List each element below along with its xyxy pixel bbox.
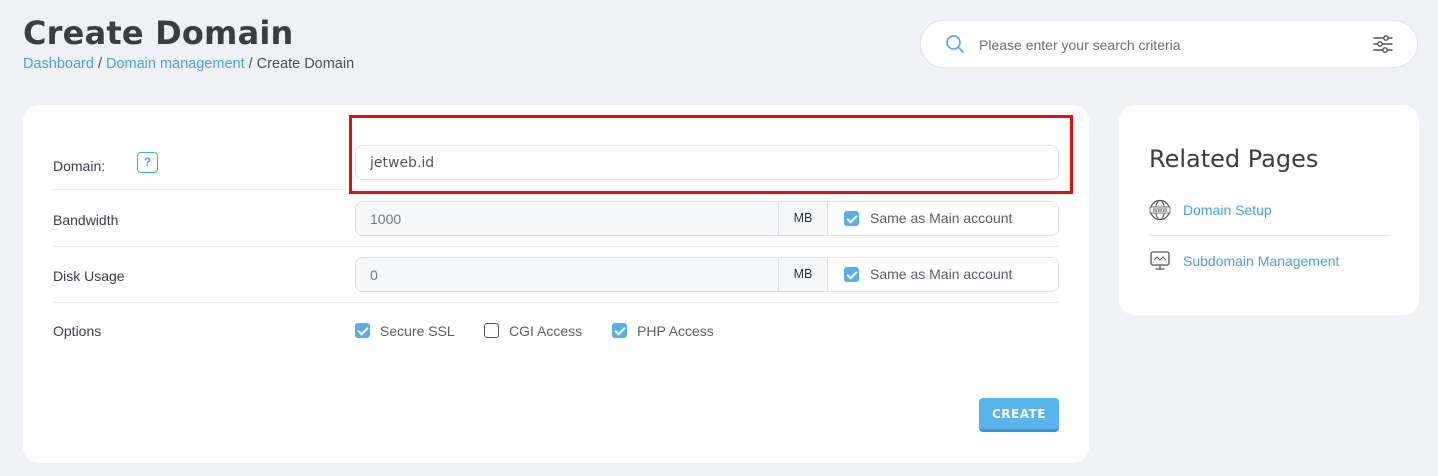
svg-text:WWW: WWW (1153, 208, 1168, 214)
related-divider (1149, 235, 1389, 236)
www-globe-icon: WWW (1149, 199, 1171, 221)
bandwidth-same-checkbox[interactable] (844, 211, 859, 226)
breadcrumb-current: Create Domain (256, 56, 355, 72)
disk-usage-same-as-main: Same as Main account (828, 258, 1058, 291)
search-box (920, 20, 1418, 68)
disk-usage-same-checkbox[interactable] (844, 267, 859, 282)
related-item-domain-setup[interactable]: WWW Domain Setup (1149, 191, 1389, 231)
create-button[interactable]: CREATE (979, 398, 1059, 432)
disk-usage-same-label: Same as Main account (870, 266, 1013, 282)
help-icon[interactable]: ? (137, 152, 158, 173)
disk-usage-unit: MB (778, 258, 828, 291)
create-domain-form-card: Domain: ? Bandwidth MB Same as Main acco… (23, 105, 1089, 463)
bandwidth-same-label: Same as Main account (870, 210, 1013, 226)
secure-ssl-label: Secure SSL (380, 323, 455, 339)
breadcrumb-domain-management-link[interactable]: Domain management (106, 56, 245, 72)
cgi-access-label: CGI Access (509, 323, 583, 339)
monitor-icon (1150, 251, 1170, 270)
disk-usage-input[interactable] (356, 258, 778, 291)
related-pages-card: Related Pages WWW Domain Setup Subdomain… (1119, 105, 1419, 315)
breadcrumb-separator: / (97, 56, 102, 72)
page-title: Create Domain (23, 14, 294, 52)
search-input[interactable] (979, 31, 1359, 59)
sliders-icon[interactable] (1372, 33, 1394, 55)
bandwidth-input[interactable] (356, 202, 778, 235)
bandwidth-same-as-main: Same as Main account (828, 202, 1058, 235)
cgi-access-checkbox[interactable] (484, 323, 499, 338)
disk-usage-input-group: MB Same as Main account (355, 257, 1059, 292)
bandwidth-input-group: MB Same as Main account (355, 201, 1059, 236)
php-access-label: PHP Access (637, 323, 714, 339)
domain-label: Domain: (53, 158, 106, 174)
secure-ssl-checkbox[interactable] (355, 323, 370, 338)
related-item-label: Domain Setup (1183, 202, 1272, 218)
options-label: Options (53, 323, 102, 339)
search-icon (946, 35, 964, 53)
bandwidth-label: Bandwidth (53, 212, 119, 228)
related-pages-title: Related Pages (1149, 145, 1319, 173)
php-access-checkbox[interactable] (612, 323, 627, 338)
breadcrumb-separator: / (248, 56, 253, 72)
related-item-label: Subdomain Management (1183, 253, 1340, 269)
bandwidth-unit: MB (778, 202, 828, 235)
related-item-subdomain-management[interactable]: Subdomain Management (1149, 242, 1389, 282)
breadcrumb: Dashboard / Domain management / Create Domai… (23, 56, 354, 72)
disk-usage-label: Disk Usage (53, 268, 125, 284)
breadcrumb-dashboard-link[interactable]: Dashboard (23, 56, 94, 72)
domain-input[interactable] (355, 145, 1059, 180)
